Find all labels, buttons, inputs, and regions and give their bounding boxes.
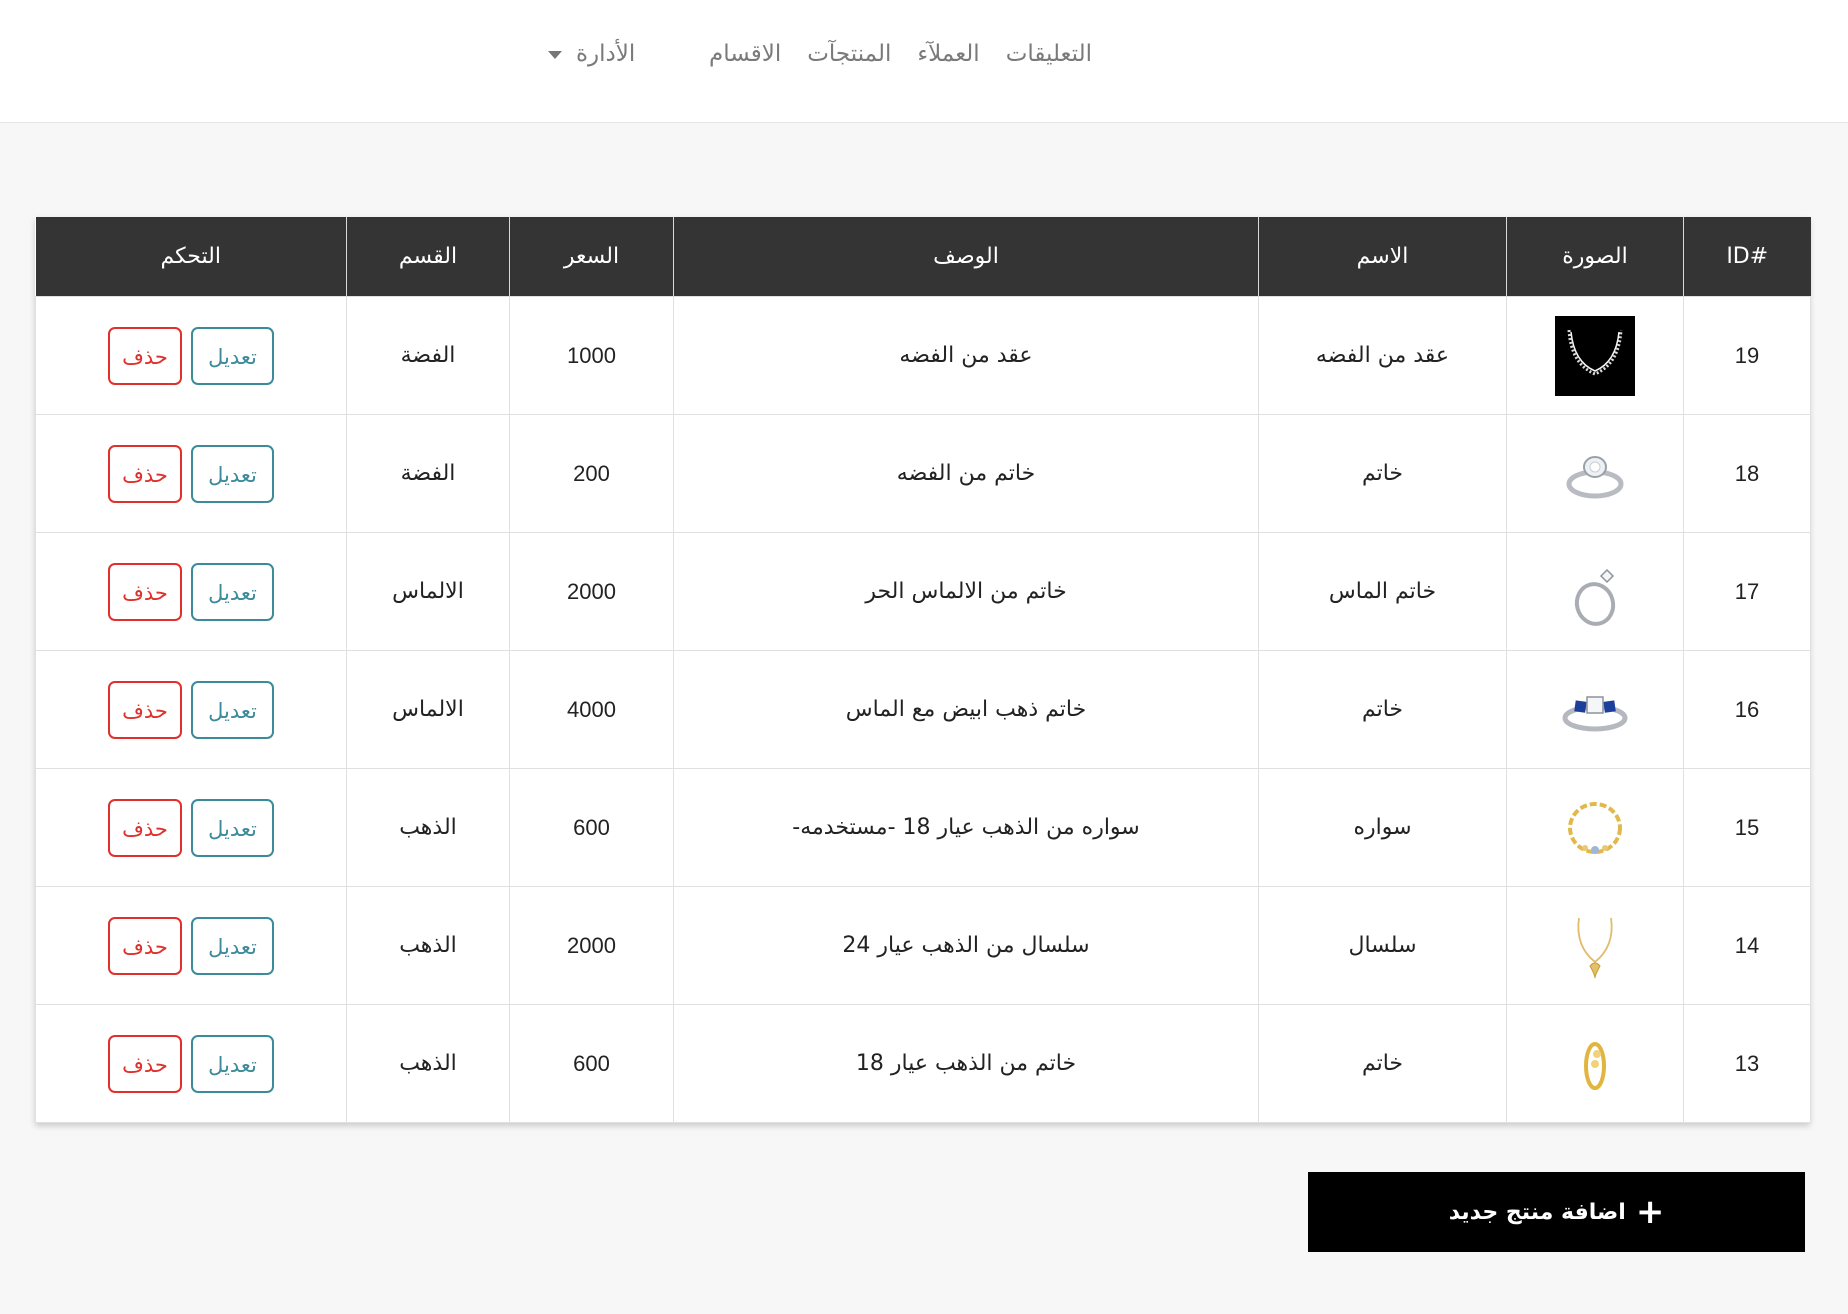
cell-description: خاتم من الفضه <box>673 414 1259 533</box>
cell-price: 4000 <box>509 650 674 769</box>
cell-name: خاتم <box>1258 1004 1507 1123</box>
products-table-container: ID# الصورة الاسم الوصف السعر القسم التحك… <box>35 217 1811 1123</box>
table-row: 13 خاتم خاتم من الذهب عيار 18 600 الذهب <box>35 1004 1811 1123</box>
table-row: 17 خاتم الماس خاتم من الالماس الحر 2000 … <box>35 532 1811 651</box>
edit-button[interactable]: تعديل <box>191 1034 274 1093</box>
cell-description: خاتم من الالماس الحر <box>673 532 1259 651</box>
header-id: ID# <box>1683 217 1811 297</box>
header-description: الوصف <box>673 217 1259 297</box>
cell-category: الذهب <box>346 886 510 1005</box>
admin-dropdown-label: الأدارة <box>576 41 636 67</box>
cell-image <box>1506 768 1684 887</box>
cell-category: الفضة <box>346 296 510 415</box>
cell-category: الالماس <box>346 532 510 651</box>
nav-links: الاقسام المنتجآت العملآء التعليقات <box>709 36 1092 72</box>
cell-name: عقد من الفضه <box>1258 296 1507 415</box>
nav-link-comments[interactable]: التعليقات <box>1006 36 1092 72</box>
cell-control: تعديلحذف <box>35 768 347 887</box>
caret-down-icon <box>548 51 562 59</box>
cell-image <box>1506 532 1684 651</box>
cell-id: 15 <box>1683 768 1811 887</box>
cell-description: خاتم ذهب ابيض مع الماس <box>673 650 1259 769</box>
plus-icon: + <box>1635 1192 1665 1232</box>
nav-link-products[interactable]: المنتجآت <box>807 36 891 72</box>
cell-name: خاتم <box>1258 650 1507 769</box>
cell-price: 2000 <box>509 886 674 1005</box>
header-image: الصورة <box>1506 217 1684 297</box>
table-row: 14 سلسال سلسال من الذهب عيار 24 2000 الذ… <box>35 886 1811 1005</box>
delete-button[interactable]: حذف <box>108 444 182 503</box>
edit-button[interactable]: تعديل <box>191 444 274 503</box>
cell-image <box>1506 650 1684 769</box>
cell-control: تعديلحذف <box>35 532 347 651</box>
delete-button[interactable]: حذف <box>108 680 182 739</box>
cell-control: تعديلحذف <box>35 650 347 769</box>
table-row: 16 خاتم خاتم ذهب ابيض مع الماس 4000 الال… <box>35 650 1811 769</box>
edit-button[interactable]: تعديل <box>191 798 274 857</box>
gold-ring-icon <box>1555 1023 1635 1104</box>
cell-control: تعديلحذف <box>35 886 347 1005</box>
admin-dropdown[interactable]: الأدارة <box>548 36 635 72</box>
cell-control: تعديلحذف <box>35 296 347 415</box>
cell-name: سواره <box>1258 768 1507 887</box>
cell-description: خاتم من الذهب عيار 18 <box>673 1004 1259 1123</box>
add-product-label: اضافة منتج جديد <box>1448 1199 1626 1225</box>
cell-id: 18 <box>1683 414 1811 533</box>
diamond-solitaire-ring-icon <box>1555 551 1635 632</box>
table-row: 18 خاتم خاتم من الفضه 200 الفضة تعديلحذف <box>35 414 1811 533</box>
cell-price: 600 <box>509 1004 674 1123</box>
cell-price: 1000 <box>509 296 674 415</box>
delete-button[interactable]: حذف <box>108 916 182 975</box>
table-row: 19 عقد من الفضه عقد من الفضه 1000 الفضة <box>35 296 1811 415</box>
cell-description: سلسال من الذهب عيار 24 <box>673 886 1259 1005</box>
cell-category: الذهب <box>346 1004 510 1123</box>
cell-image <box>1506 1004 1684 1123</box>
cell-category: الالماس <box>346 650 510 769</box>
add-product-button[interactable]: + اضافة منتج جديد <box>1308 1172 1805 1252</box>
delete-button[interactable]: حذف <box>108 798 182 857</box>
cell-price: 600 <box>509 768 674 887</box>
header-price: السعر <box>509 217 674 297</box>
cell-control: تعديلحذف <box>35 1004 347 1123</box>
header-category: القسم <box>346 217 510 297</box>
edit-button[interactable]: تعديل <box>191 326 274 385</box>
edit-button[interactable]: تعديل <box>191 680 274 739</box>
sapphire-diamond-ring-icon <box>1555 669 1635 750</box>
cell-description: سواره من الذهب عيار 18 -مستخدمه- <box>673 768 1259 887</box>
cell-control: تعديلحذف <box>35 414 347 533</box>
top-navbar: الاقسام المنتجآت العملآء التعليقات الأدا… <box>0 0 1848 123</box>
cell-description: عقد من الفضه <box>673 296 1259 415</box>
gold-chain-pendant-icon <box>1555 905 1635 986</box>
edit-button[interactable]: تعديل <box>191 562 274 621</box>
table-header-row: ID# الصورة الاسم الوصف السعر القسم التحك… <box>35 217 1811 297</box>
products-table: ID# الصورة الاسم الوصف السعر القسم التحك… <box>35 217 1811 1123</box>
silver-necklace-icon <box>1555 315 1635 396</box>
cell-name: خاتم الماس <box>1258 532 1507 651</box>
delete-button[interactable]: حذف <box>108 562 182 621</box>
nav-link-categories[interactable]: الاقسام <box>709 36 781 72</box>
cell-name: سلسال <box>1258 886 1507 1005</box>
header-name: الاسم <box>1258 217 1507 297</box>
cell-id: 14 <box>1683 886 1811 1005</box>
cell-id: 19 <box>1683 296 1811 415</box>
cell-id: 16 <box>1683 650 1811 769</box>
header-control: التحكم <box>35 217 347 297</box>
cell-image <box>1506 296 1684 415</box>
nav-link-customers[interactable]: العملآء <box>917 36 979 72</box>
cell-price: 2000 <box>509 532 674 651</box>
silver-ring-icon <box>1555 433 1635 514</box>
edit-button[interactable]: تعديل <box>191 916 274 975</box>
cell-id: 17 <box>1683 532 1811 651</box>
cell-category: الفضة <box>346 414 510 533</box>
cell-category: الذهب <box>346 768 510 887</box>
cell-image <box>1506 886 1684 1005</box>
cell-id: 13 <box>1683 1004 1811 1123</box>
cell-name: خاتم <box>1258 414 1507 533</box>
delete-button[interactable]: حذف <box>108 1034 182 1093</box>
table-row: 15 سواره سواره من الذهب عيار 18 -مستخدمه… <box>35 768 1811 887</box>
cell-price: 200 <box>509 414 674 533</box>
gold-bracelet-icon <box>1555 787 1635 868</box>
cell-image <box>1506 414 1684 533</box>
delete-button[interactable]: حذف <box>108 326 182 385</box>
